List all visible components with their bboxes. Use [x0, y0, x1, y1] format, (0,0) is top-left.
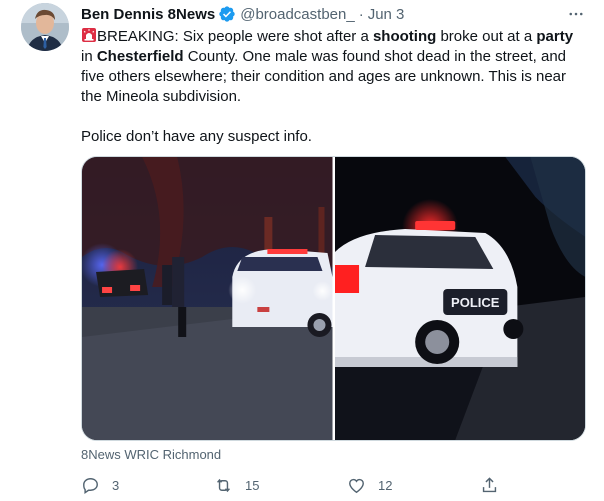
retweet-count: 15 [245, 477, 260, 493]
share-icon [482, 476, 497, 492]
tweet-date[interactable]: Jun 3 [368, 6, 405, 23]
tweet[interactable]: Ben Dennis 8News @broadcastben_ · Jun 3 … [0, 0, 604, 501]
reply-icon [83, 477, 98, 494]
like-icon [349, 478, 364, 493]
keyword-shooting: shooting [372, 28, 437, 45]
media-grid: POLICE [81, 156, 586, 441]
author-name[interactable]: Ben Dennis 8News [81, 6, 215, 23]
tweet-paragraph-1: BREAKING: Six people were shot after a s… [81, 27, 586, 107]
text-mid-1: broke out at a [436, 28, 537, 45]
avatar-photo [21, 3, 69, 51]
text-breaking: BREAKING: Six people were shot after a [97, 28, 373, 45]
avatar[interactable] [21, 3, 69, 51]
reply-count: 3 [112, 477, 120, 493]
tweet-text: BREAKING: Six people were shot after a s… [81, 27, 586, 147]
photo2-vehicle-text: POLICE [451, 295, 500, 310]
like-count: 12 [378, 477, 393, 493]
tweet-paragraph-2: Police don’t have any suspect info. [81, 128, 312, 145]
reply-button[interactable]: 3 [81, 476, 214, 495]
tweet-header: Ben Dennis 8News @broadcastben_ · Jun 3 [81, 4, 588, 24]
author-handle[interactable]: @broadcastben_ [240, 6, 354, 23]
like-button[interactable]: 12 [347, 476, 480, 495]
retweet-icon [217, 478, 230, 492]
more-icon[interactable] [564, 2, 588, 26]
keyword-party: party [536, 28, 574, 45]
photo-police-scene-1[interactable] [82, 157, 333, 440]
tweet-actions: 3 15 12 [81, 474, 511, 496]
share-button[interactable] [480, 476, 511, 495]
siren-emoji-icon [81, 27, 97, 43]
verified-badge-icon [218, 5, 236, 23]
keyword-chesterfield: Chesterfield [96, 48, 184, 65]
separator: · [358, 5, 364, 23]
media-source[interactable]: 8News WRIC Richmond [81, 447, 221, 462]
retweet-button[interactable]: 15 [214, 476, 347, 495]
photo-police-scene-2[interactable]: POLICE [334, 157, 585, 440]
text-mid-2: in [81, 48, 97, 65]
